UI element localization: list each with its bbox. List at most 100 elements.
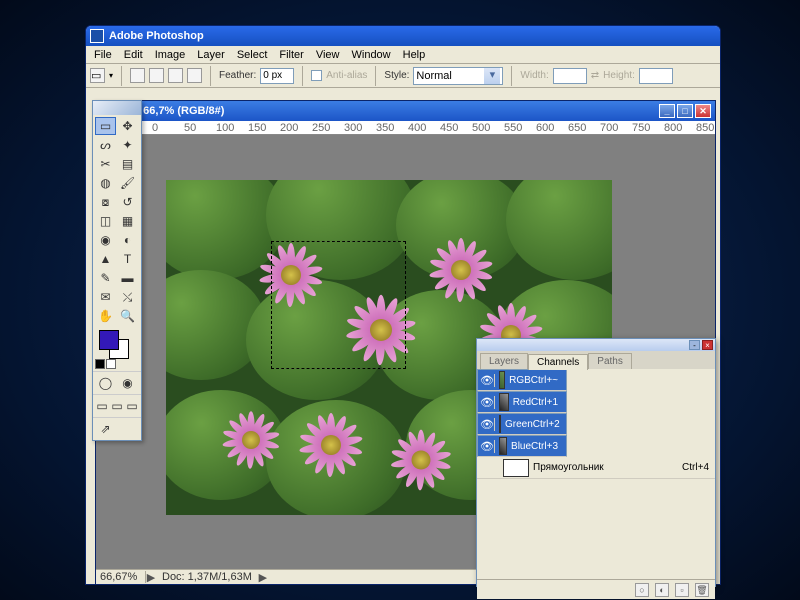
- lasso-tool[interactable]: ᔕ: [95, 136, 116, 154]
- menu-layer[interactable]: Layer: [191, 47, 231, 63]
- style-label: Style:: [384, 70, 409, 81]
- chevron-down-icon: ▾: [484, 68, 500, 84]
- menu-window[interactable]: Window: [346, 47, 397, 63]
- zoom-tool[interactable]: 🔍: [117, 307, 138, 325]
- hand-tool[interactable]: ✋: [95, 307, 116, 325]
- separator: [121, 66, 122, 86]
- options-bar: ▭ ▾ Feather: Anti-alias Style: Normal▾ W…: [86, 64, 720, 88]
- selection-new-icon[interactable]: [130, 68, 145, 83]
- channel-thumbnail: [499, 415, 501, 433]
- app-title: Adobe Photoshop: [109, 30, 204, 42]
- style-select[interactable]: Normal▾: [413, 67, 503, 85]
- marquee-selection[interactable]: [271, 241, 406, 369]
- blur-tool[interactable]: ◉: [95, 231, 116, 249]
- dodge-tool[interactable]: ◐: [117, 231, 138, 249]
- path-sel-tool[interactable]: ▲: [95, 250, 116, 268]
- zoom-field[interactable]: 66,67%: [96, 571, 146, 583]
- maximize-button[interactable]: □: [677, 104, 693, 118]
- screenmode-full-icon[interactable]: ▭: [125, 397, 139, 415]
- load-selection-icon[interactable]: ○: [635, 583, 649, 597]
- save-selection-icon[interactable]: ◐: [655, 583, 669, 597]
- notes-tool[interactable]: ✉: [95, 288, 116, 306]
- app-titlebar[interactable]: Adobe Photoshop: [86, 26, 720, 46]
- document-titlebar[interactable]: и.jpg @ 66,7% (RGB/8#) _ □ ✕: [96, 101, 715, 121]
- menu-view[interactable]: View: [310, 47, 346, 63]
- screenmode-full-menu-icon[interactable]: ▭: [110, 397, 124, 415]
- selection-intersect-icon[interactable]: [187, 68, 202, 83]
- jump-to-icon[interactable]: ⇗: [95, 420, 116, 438]
- tab-channels[interactable]: Channels: [528, 354, 588, 370]
- status-menu-icon[interactable]: ▶: [146, 571, 156, 584]
- brush-tool[interactable]: 🖌: [117, 174, 138, 192]
- menu-select[interactable]: Select: [231, 47, 274, 63]
- close-button[interactable]: ✕: [695, 104, 711, 118]
- channels-panel[interactable]: - × LayersChannelsPaths 👁RGBCtrl+~👁RedCt…: [476, 338, 716, 587]
- visibility-icon[interactable]: 👁: [480, 374, 495, 387]
- tab-paths[interactable]: Paths: [588, 353, 632, 369]
- tab-layers[interactable]: Layers: [480, 353, 528, 369]
- panel-minimize-icon[interactable]: -: [689, 340, 700, 350]
- selection-subtract-icon[interactable]: [168, 68, 183, 83]
- screenmode-standard-icon[interactable]: ▭: [95, 397, 109, 415]
- channel-row[interactable]: 👁RedCtrl+1: [477, 391, 567, 413]
- slice-tool[interactable]: ▤: [117, 155, 138, 173]
- channel-row[interactable]: 👁RGBCtrl+~: [477, 369, 567, 391]
- pen-tool[interactable]: ✎: [95, 269, 116, 287]
- channel-shortcut: Ctrl+1: [531, 397, 564, 408]
- minimize-button[interactable]: _: [659, 104, 675, 118]
- status-options-icon[interactable]: ▶: [258, 571, 268, 584]
- feather-label: Feather:: [219, 70, 256, 81]
- active-tool-icon[interactable]: ▭: [90, 68, 105, 83]
- channel-name: Прямоугольник: [533, 462, 682, 473]
- history-brush-tool[interactable]: ↺: [117, 193, 138, 211]
- stamp-tool[interactable]: ⧇: [95, 193, 116, 211]
- eraser-tool[interactable]: ◫: [95, 212, 116, 230]
- menubar: FileEditImageLayerSelectFilterViewWindow…: [86, 46, 720, 64]
- visibility-icon[interactable]: 👁: [480, 440, 495, 453]
- gradient-tool[interactable]: ▦: [117, 212, 138, 230]
- eyedropper-tool[interactable]: ⤯: [117, 288, 138, 306]
- default-colors-icon[interactable]: [95, 359, 105, 369]
- visibility-icon[interactable]: 👁: [480, 396, 495, 409]
- channel-name: RGB: [509, 375, 531, 386]
- delete-channel-icon[interactable]: 🗑: [695, 583, 709, 597]
- swap-icon: ⇄: [591, 70, 599, 81]
- height-label: Height:: [603, 70, 635, 81]
- channel-row[interactable]: 👁BlueCtrl+3: [477, 435, 567, 457]
- menu-help[interactable]: Help: [397, 47, 432, 63]
- shape-tool[interactable]: ▬: [117, 269, 138, 287]
- quickmask-on-icon[interactable]: ◉: [117, 374, 138, 392]
- tool-grid: ▭✥ᔕ✦✂▤◍🖌⧇↺◫▦◉◐▲T✎▬✉⤯✋🔍: [93, 115, 141, 327]
- feather-input[interactable]: [260, 68, 294, 84]
- heal-tool[interactable]: ◍: [95, 174, 116, 192]
- width-label: Width:: [520, 70, 548, 81]
- panel-header[interactable]: - ×: [477, 339, 715, 351]
- menu-filter[interactable]: Filter: [273, 47, 309, 63]
- selection-add-icon[interactable]: [149, 68, 164, 83]
- swap-colors-icon[interactable]: [106, 359, 116, 369]
- toolbox-header[interactable]: [93, 101, 141, 115]
- separator: [210, 66, 211, 86]
- channel-row[interactable]: 👁GreenCtrl+2: [477, 413, 567, 435]
- color-swatch[interactable]: [93, 327, 141, 357]
- move-tool[interactable]: ✥: [117, 117, 138, 135]
- marquee-tool[interactable]: ▭: [95, 117, 116, 135]
- menu-image[interactable]: Image: [149, 47, 192, 63]
- visibility-icon[interactable]: 👁: [480, 418, 495, 431]
- menu-edit[interactable]: Edit: [118, 47, 149, 63]
- foreground-color[interactable]: [99, 330, 119, 350]
- wand-tool[interactable]: ✦: [117, 136, 138, 154]
- menu-file[interactable]: File: [88, 47, 118, 63]
- toolbox-panel[interactable]: ▭✥ᔕ✦✂▤◍🖌⧇↺◫▦◉◐▲T✎▬✉⤯✋🔍 ◯ ◉ ▭ ▭ ▭ ⇗: [92, 100, 142, 441]
- horizontal-ruler: 0501001502002503003504004505005506006507…: [96, 121, 715, 135]
- crop-tool[interactable]: ✂: [95, 155, 116, 173]
- panel-close-icon[interactable]: ×: [702, 340, 713, 350]
- quickmask-off-icon[interactable]: ◯: [95, 374, 116, 392]
- antialias-checkbox: [311, 70, 322, 81]
- channel-row[interactable]: ПрямоугольникCtrl+4: [477, 457, 715, 479]
- panel-footer: ○ ◐ ▫ 🗑: [477, 579, 715, 599]
- type-tool[interactable]: T: [117, 250, 138, 268]
- channel-thumbnail: [503, 459, 529, 477]
- separator: [302, 66, 303, 86]
- new-channel-icon[interactable]: ▫: [675, 583, 689, 597]
